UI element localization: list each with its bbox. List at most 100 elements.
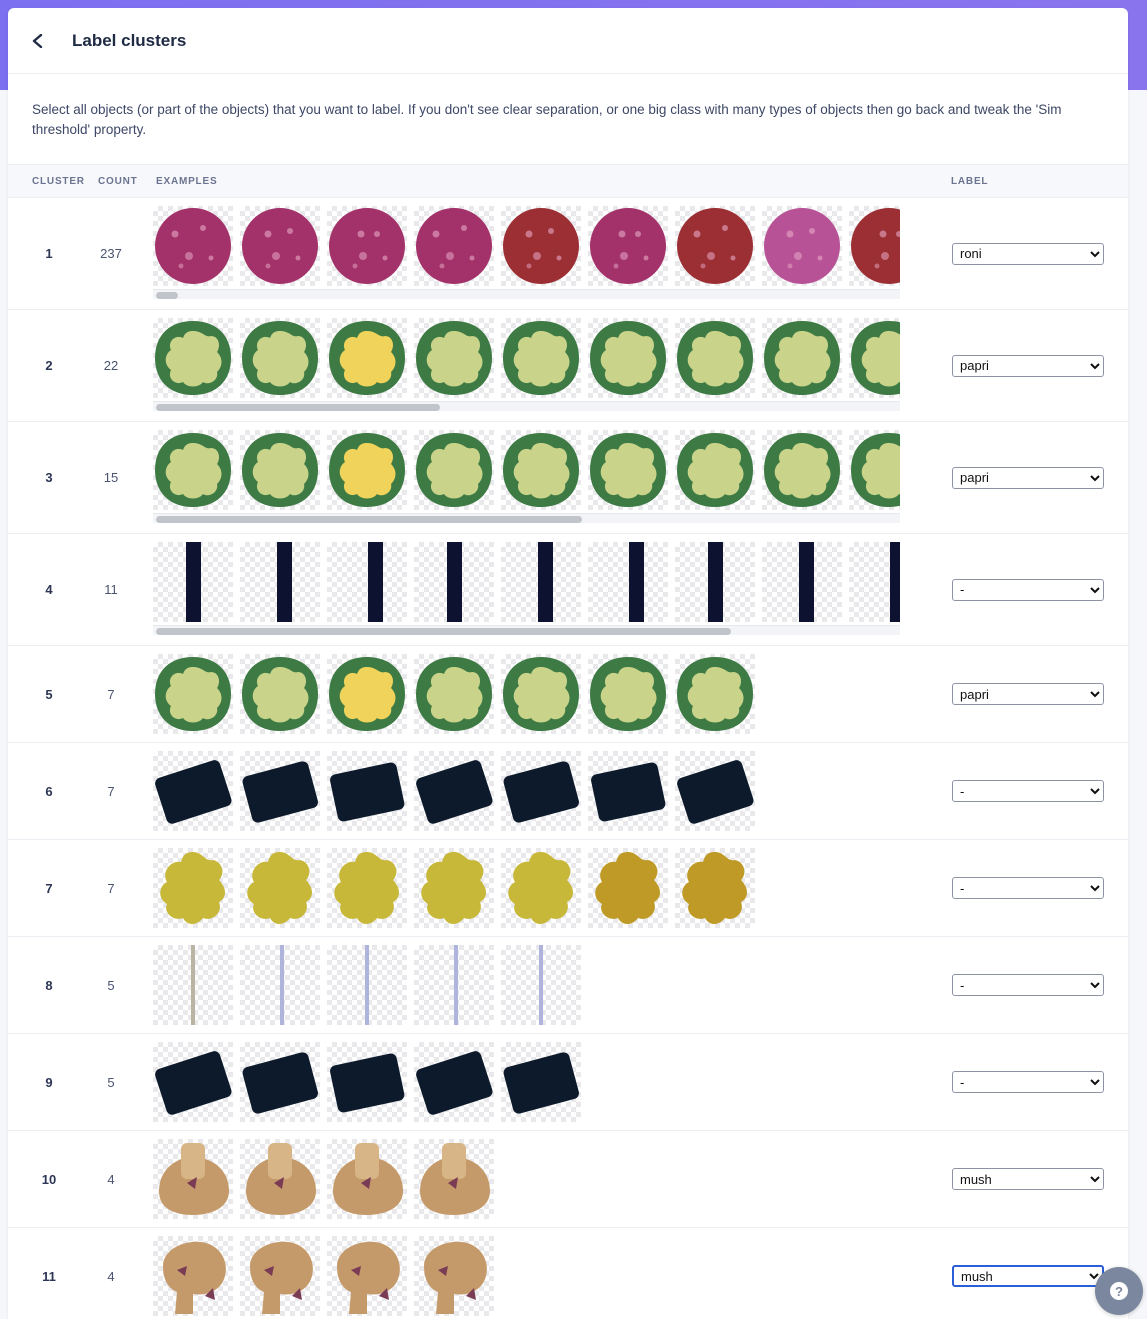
example-thumbnail bbox=[675, 542, 755, 622]
examples-strip[interactable] bbox=[153, 542, 900, 622]
scrollbar-thumb[interactable] bbox=[156, 292, 178, 299]
label-select[interactable]: -ronipaprimush bbox=[952, 780, 1104, 802]
examples-cell bbox=[153, 840, 900, 936]
label-select[interactable]: -ronipaprimush bbox=[952, 354, 1104, 377]
example-thumbnail bbox=[240, 751, 320, 831]
example-thumbnail bbox=[588, 751, 668, 831]
label-cell: -ronipaprimush bbox=[952, 578, 1104, 601]
example-thumbnail bbox=[414, 1236, 494, 1316]
example-thumbnail bbox=[240, 654, 320, 734]
label-cell: -ronipaprimush bbox=[952, 354, 1104, 377]
example-thumbnail bbox=[501, 318, 581, 398]
label-select[interactable]: -ronipaprimush bbox=[952, 877, 1104, 899]
back-button[interactable] bbox=[8, 8, 68, 74]
example-thumbnail bbox=[240, 1236, 320, 1316]
horizontal-scrollbar[interactable] bbox=[153, 625, 900, 635]
examples-cell bbox=[153, 1228, 900, 1319]
label-cell: -ronipaprimush bbox=[952, 466, 1104, 489]
table-row: 114 -ronipaprimush bbox=[8, 1228, 1128, 1319]
example-thumbnail bbox=[588, 654, 668, 734]
examples-strip bbox=[153, 1139, 900, 1219]
help-button[interactable]: ? bbox=[1095, 1267, 1143, 1315]
example-thumbnail bbox=[501, 945, 581, 1025]
scrollbar-thumb[interactable] bbox=[156, 628, 731, 635]
label-select[interactable]: -ronipaprimush bbox=[952, 466, 1104, 489]
label-cell: -ronipaprimush bbox=[952, 877, 1104, 899]
example-thumbnail bbox=[414, 206, 494, 286]
examples-cell bbox=[153, 1131, 900, 1227]
table-row: 411-ronipaprimush bbox=[8, 534, 1128, 646]
cluster-count: 5 bbox=[107, 1074, 115, 1090]
examples-cell bbox=[153, 1034, 900, 1130]
cluster-count: 5 bbox=[107, 977, 115, 993]
label-select[interactable]: -ronipaprimush bbox=[952, 242, 1104, 265]
label-select[interactable]: -ronipaprimush bbox=[952, 578, 1104, 601]
example-thumbnail bbox=[414, 751, 494, 831]
example-thumbnail bbox=[849, 430, 900, 510]
example-thumbnail bbox=[327, 430, 407, 510]
examples-strip bbox=[153, 848, 900, 928]
example-thumbnail bbox=[501, 206, 581, 286]
example-thumbnail bbox=[414, 1042, 494, 1122]
example-thumbnail bbox=[153, 542, 233, 622]
label-select[interactable]: -ronipaprimush bbox=[952, 1168, 1104, 1190]
label-select[interactable]: -ronipaprimush bbox=[952, 974, 1104, 996]
cluster-count: 4 bbox=[107, 1171, 115, 1187]
examples-strip bbox=[153, 945, 900, 1025]
cluster-count: 15 bbox=[103, 470, 119, 485]
page-header: Label clusters bbox=[8, 8, 1128, 74]
example-thumbnail bbox=[327, 654, 407, 734]
example-thumbnail bbox=[240, 206, 320, 286]
column-header-label: LABEL bbox=[951, 175, 989, 187]
example-thumbnail bbox=[414, 1139, 494, 1219]
example-thumbnail bbox=[153, 206, 233, 286]
example-thumbnail bbox=[153, 1139, 233, 1219]
label-cell: -ronipaprimush bbox=[952, 683, 1104, 705]
example-thumbnail bbox=[675, 751, 755, 831]
examples-strip[interactable] bbox=[153, 206, 900, 286]
column-header-cluster: CLUSTER bbox=[32, 175, 85, 187]
examples-strip[interactable] bbox=[153, 318, 900, 398]
example-thumbnail bbox=[240, 848, 320, 928]
label-cell: -ronipaprimush bbox=[952, 780, 1104, 802]
example-thumbnail bbox=[240, 945, 320, 1025]
table-row: 315 -ronipaprimush bbox=[8, 422, 1128, 534]
table-row: 85-ronipaprimush bbox=[8, 937, 1128, 1034]
chevron-left-icon bbox=[32, 33, 43, 48]
example-thumbnail bbox=[153, 430, 233, 510]
scrollbar-thumb[interactable] bbox=[156, 516, 582, 523]
example-thumbnail bbox=[414, 542, 494, 622]
example-thumbnail bbox=[327, 945, 407, 1025]
example-thumbnail bbox=[849, 318, 900, 398]
label-select[interactable]: -ronipaprimush bbox=[952, 1265, 1104, 1287]
example-thumbnail bbox=[501, 848, 581, 928]
examples-strip[interactable] bbox=[153, 430, 900, 510]
horizontal-scrollbar[interactable] bbox=[153, 513, 900, 523]
label-clusters-panel: Label clusters Select all objects (or pa… bbox=[8, 8, 1128, 1319]
example-thumbnail bbox=[588, 318, 668, 398]
example-thumbnail bbox=[849, 542, 900, 622]
example-thumbnail bbox=[153, 848, 233, 928]
example-thumbnail bbox=[153, 945, 233, 1025]
cluster-count: 4 bbox=[107, 1268, 115, 1284]
examples-strip bbox=[153, 1042, 900, 1122]
example-thumbnail bbox=[327, 1236, 407, 1316]
example-thumbnail bbox=[327, 542, 407, 622]
example-thumbnail bbox=[327, 848, 407, 928]
example-thumbnail bbox=[588, 206, 668, 286]
horizontal-scrollbar[interactable] bbox=[153, 401, 900, 411]
example-thumbnail bbox=[414, 654, 494, 734]
table-row: 67-ronipaprimush bbox=[8, 743, 1128, 840]
label-select[interactable]: -ronipaprimush bbox=[952, 683, 1104, 705]
label-select[interactable]: -ronipaprimush bbox=[952, 1071, 1104, 1093]
example-thumbnail bbox=[414, 848, 494, 928]
examples-strip bbox=[153, 654, 900, 734]
horizontal-scrollbar[interactable] bbox=[153, 289, 900, 299]
table-row: 222 -ronipaprimush bbox=[8, 310, 1128, 422]
example-thumbnail bbox=[501, 1042, 581, 1122]
example-thumbnail bbox=[849, 206, 900, 286]
scrollbar-thumb[interactable] bbox=[156, 404, 440, 411]
example-thumbnail bbox=[762, 542, 842, 622]
table-row: 57 -ronipaprimush bbox=[8, 646, 1128, 743]
example-thumbnail bbox=[762, 430, 842, 510]
